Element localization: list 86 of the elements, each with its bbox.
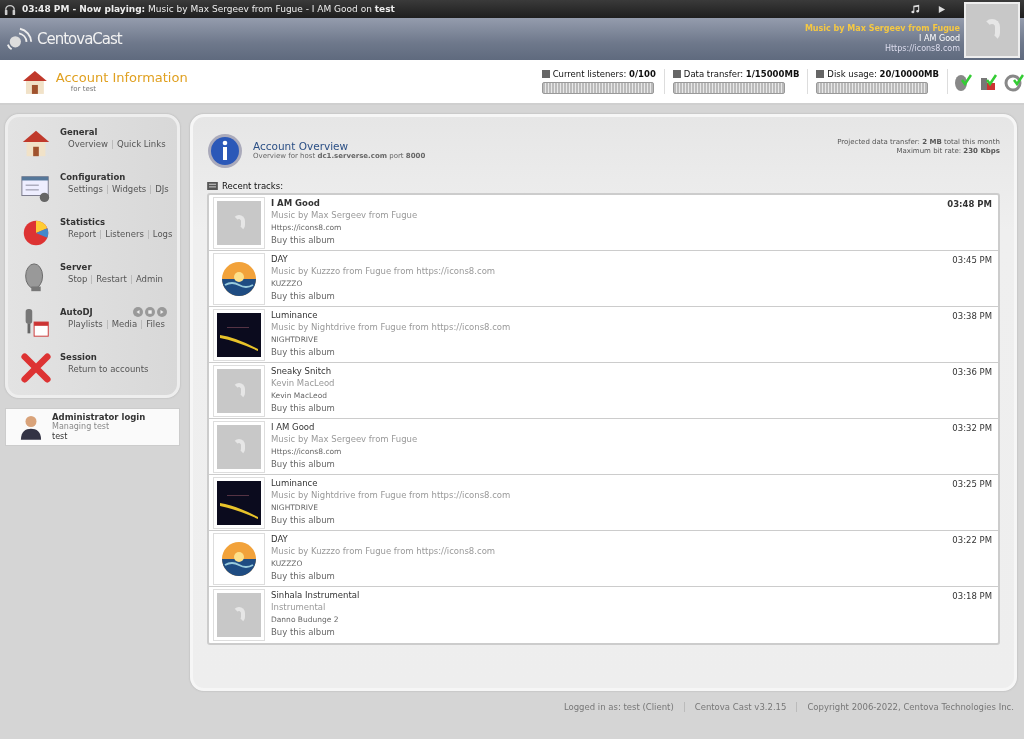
info-icon [207,133,243,169]
track-artist: Kevin MacLeod [271,377,336,389]
section-title: General [60,127,98,137]
nav-link[interactable]: Restart [96,274,127,284]
nav-link[interactable]: DJs [155,184,169,194]
nav-link[interactable]: Overview [68,139,109,149]
track-time: 03:25 PM [952,479,992,489]
track-time: 03:48 PM [947,199,992,209]
buy-album-link[interactable]: Buy this album [271,626,953,638]
cross-icon [20,352,52,384]
footer-text: Centova Cast v3.2.15 [694,702,787,712]
track-time: 03:45 PM [952,255,992,265]
section-title: Statistics [60,217,106,227]
nav-link[interactable]: Return to accounts [68,364,149,374]
nav-link[interactable]: Media [111,319,138,329]
track-artist: Music by Nightdrive from Fugue from https://icons8.com [271,489,512,501]
track-time: 03:38 PM [952,311,992,321]
meter-label: Disk usage: 20/10000MB [816,69,939,79]
track-title: DAY [271,534,289,546]
track-artist: Music by Max Sergeev from Fugue [271,209,419,221]
buy-album-link[interactable]: Buy this album [271,290,953,302]
track-title: Sinhala Instrumental [271,590,361,602]
track-title: Luminance [271,478,319,490]
album-placeholder-icon [217,201,261,245]
track-time: 03:36 PM [952,367,992,377]
buy-album-link[interactable]: Buy this album [271,346,953,358]
current-url: Https://icons8.com [884,44,960,54]
track-artist: Instrumental [271,601,327,613]
nav-link[interactable]: Report [68,229,97,239]
nav-link[interactable]: Files [146,319,165,329]
album-placeholder-icon [217,593,261,637]
nav-link[interactable]: Settings [68,184,103,194]
stop-icon[interactable] [144,307,155,317]
current-artist: Music by Max Sergeev from Fugue [804,24,960,34]
nav-link[interactable]: Stop [68,274,88,284]
list-icon [207,182,218,190]
page-title: Account Information [55,70,189,85]
nav-link[interactable]: Playlists [68,319,103,329]
track-title: Sneaky Snitch [271,366,333,378]
section-title: Configuration [60,172,126,182]
section-title: Session [60,352,97,362]
nav-link[interactable]: Widgets [111,184,147,194]
track-artist: Music by Kuzzzo from Fugue from https://icons8.com [271,545,497,557]
meter-label: Data transfer: 1/15000MB [672,69,800,79]
footer-text: Copyright 2006-2022, Centova Technologies Inc. [807,702,1014,712]
track-title: I AM Good [271,422,316,434]
buy-album-link[interactable]: Buy this album [271,234,948,246]
headphones-icon [4,2,16,16]
recent-tracks-label: Recent tracks: [222,181,283,191]
section-title: AutoDJ [60,307,93,317]
overview-title: Account Overview [253,140,350,152]
nav-link[interactable]: Listeners [105,229,144,239]
track-artist: Music by Kuzzzo from Fugue from https://icons8.com [271,265,497,277]
admin-user: test [52,431,69,442]
album-placeholder-icon [217,369,261,413]
skip-forward-icon[interactable] [156,307,167,317]
admin-title: Administrator login [52,412,146,422]
buy-album-link[interactable]: Buy this album [271,458,953,470]
track-time: 03:32 PM [952,423,992,433]
brand-name: CentovaCast [37,30,122,48]
track-artist: Music by Max Sergeev from Fugue [271,433,419,445]
footer-text: Logged in as: test (Client) [563,702,674,712]
nav-link[interactable]: Quick Links [117,139,166,149]
now-playing-text: 03:48 PM - Now playing: Music by Max Sergeev from Fugue - I AM Good on test [22,4,396,14]
current-title: I AM Good [919,34,960,44]
broadcast-logo-icon [6,26,34,52]
user-avatar-icon [20,413,42,441]
track-time: 03:22 PM [952,535,992,545]
track-time: 03:18 PM [952,591,992,601]
section-title: Server [60,262,92,272]
track-title: Luminance [271,310,319,322]
nav-link[interactable]: Logs [152,229,173,239]
track-title: DAY [271,254,289,266]
play-icon[interactable] [937,4,946,14]
track-artist: Music by Nightdrive from Fugue from https://icons8.com [271,321,512,333]
music-note-icon[interactable] [910,4,920,14]
meter-label: Current listeners: 0/100 [541,69,656,79]
skip-back-icon[interactable] [132,307,143,317]
buy-album-link[interactable]: Buy this album [271,514,953,526]
nav-link[interactable]: Admin [135,274,163,284]
buy-album-link[interactable]: Buy this album [271,570,953,582]
track-title: I AM Good [271,198,321,210]
buy-album-link[interactable]: Buy this album [271,402,953,414]
album-placeholder-icon [217,425,261,469]
admin-subtitle: Managing test [52,422,111,432]
album-placeholder-icon [964,2,1020,58]
